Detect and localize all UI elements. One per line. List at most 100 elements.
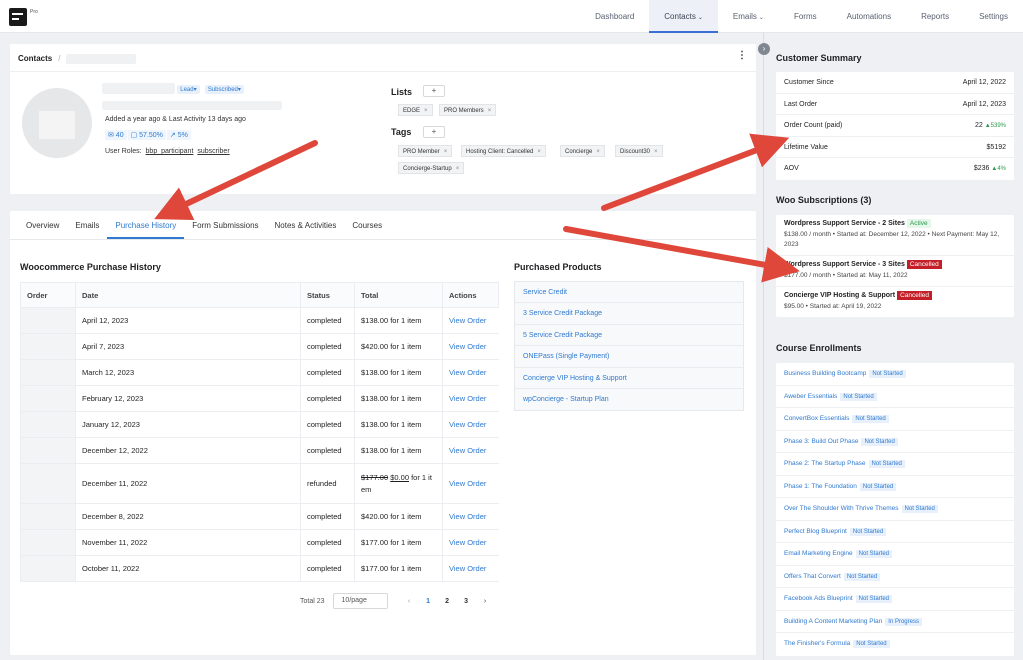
status-badge: Not Started [859, 482, 897, 491]
view-order-link[interactable]: View Order [449, 342, 486, 351]
course-item[interactable]: Business Building Bootcamp Not Started [776, 363, 1014, 386]
table-row: April 7, 2023 completed $420.00 for 1 item… [20, 333, 499, 360]
view-order-link[interactable]: View Order [449, 394, 486, 403]
tab-bar: Overview Emails Purchase History Form Su… [10, 211, 756, 240]
add-tag-button[interactable]: + [423, 126, 445, 138]
view-order-link[interactable]: View Order [449, 316, 486, 325]
activity-text: Added a year ago & Last Activity 13 days… [105, 116, 246, 123]
column-header-order: Order [20, 282, 76, 308]
nav-reports[interactable]: Reports [906, 0, 964, 33]
course-item[interactable]: Offers That Convert Not Started [776, 566, 1014, 588]
avatar [22, 88, 92, 158]
remove-icon[interactable]: × [456, 166, 460, 172]
remove-icon[interactable]: × [537, 149, 541, 155]
role-link-subscriber[interactable]: subscriber [197, 148, 229, 155]
contact-detail-tabs-card: Overview Emails Purchase History Form Su… [10, 211, 756, 655]
tag-chip: PRO Member × [398, 145, 453, 157]
nav-dashboard[interactable]: Dashboard [580, 0, 649, 33]
course-item[interactable]: Phase 3: Build Out Phase Not Started [776, 431, 1014, 453]
tab-notes-activities[interactable]: Notes & Activities [267, 211, 345, 239]
nav-settings[interactable]: Settings [964, 0, 1023, 33]
redacted-order-id [20, 503, 76, 530]
course-item[interactable]: Aweber Essentials Not Started [776, 386, 1014, 408]
tab-purchase-history[interactable]: Purchase History [107, 211, 185, 239]
chevron-left-icon[interactable]: ‹ [400, 598, 419, 605]
lead-status-dropdown[interactable]: Lead▾ [177, 84, 200, 94]
product-link[interactable]: Concierge VIP Hosting & Support [515, 368, 743, 389]
course-item[interactable]: Email Marketing Engine Not Started [776, 543, 1014, 566]
table-row: December 8, 2022 completed $420.00 for 1 i… [20, 503, 499, 530]
summary-row: Lifetime Value $5192 [776, 137, 1014, 159]
redacted-order-id [20, 411, 76, 438]
redacted-order-id [20, 529, 76, 556]
course-item[interactable]: Phase 2: The Startup Phase Not Started [776, 453, 1014, 476]
page-button-1[interactable]: 1 [419, 598, 438, 605]
status-badge: Cancelled [897, 291, 933, 300]
redacted-avatar-image [39, 111, 75, 139]
course-item[interactable]: Over The Shoulder With Thrive Themes Not … [776, 498, 1014, 521]
nav-emails[interactable]: Emails ⌄ [718, 0, 779, 33]
view-order-link[interactable]: View Order [449, 368, 486, 377]
collapse-sidebar-icon[interactable]: › [758, 43, 770, 55]
status-badge: Active [906, 219, 931, 228]
tab-courses[interactable]: Courses [344, 211, 390, 239]
course-item[interactable]: Perfect Blog Blueprint Not Started [776, 521, 1014, 543]
product-link[interactable]: 5 Service Credit Package [515, 325, 743, 347]
product-link[interactable]: wpConcierge - Startup Plan [515, 389, 743, 410]
course-item[interactable]: ConvertBox Essentials Not Started [776, 408, 1014, 431]
course-item[interactable]: Phase 1: The Foundation Not Started [776, 476, 1014, 498]
view-order-link[interactable]: View Order [449, 479, 486, 488]
view-order-link[interactable]: View Order [449, 564, 486, 573]
remove-icon[interactable]: × [488, 108, 492, 114]
table-row: December 12, 2022 completed $138.00 for 1 … [20, 437, 499, 464]
add-list-button[interactable]: + [423, 85, 445, 97]
status-badge: Cancelled [906, 260, 942, 269]
view-order-link[interactable]: View Order [449, 420, 486, 429]
course-item[interactable]: The Finisher's Formula Not Started [776, 633, 1014, 656]
remove-icon[interactable]: × [654, 149, 658, 155]
redacted-order-id [20, 463, 76, 504]
nav-forms[interactable]: Forms [779, 0, 832, 33]
column-header-total: Total [354, 282, 443, 308]
page-button-3[interactable]: 3 [457, 598, 476, 605]
page-size-select[interactable]: 10/page [332, 593, 388, 609]
chevron-right-icon[interactable]: › [476, 598, 495, 605]
remove-icon[interactable]: × [444, 149, 448, 155]
product-link[interactable]: 3 Service Credit Package [515, 303, 743, 325]
subscribed-status-dropdown[interactable]: Subscribed▾ [204, 84, 244, 94]
view-order-link[interactable]: View Order [449, 446, 486, 455]
column-header-date: Date [75, 282, 301, 308]
page-button-2[interactable]: 2 [438, 598, 457, 605]
column-header-status: Status [300, 282, 355, 308]
pagination: Total 23 10/page ‹ 1 2 3 › [300, 593, 495, 609]
trend-up-badge: ▲4% [991, 166, 1006, 173]
tab-overview[interactable]: Overview [18, 211, 67, 239]
breadcrumb-contacts[interactable]: Contacts [18, 54, 52, 63]
user-roles: User Roles: bbp_participant subscriber [105, 148, 230, 155]
remove-icon[interactable]: × [424, 108, 428, 114]
tag-chip: Concierge × [560, 145, 605, 157]
role-link-bbp-participant[interactable]: bbp_participant [146, 148, 194, 155]
view-order-link[interactable]: View Order [449, 538, 486, 547]
summary-row: Last Order April 12, 2023 [776, 94, 1014, 116]
product-link[interactable]: Service Credit [515, 282, 743, 304]
table-row: April 12, 2023 completed $138.00 for 1 ite… [20, 307, 499, 334]
tab-emails[interactable]: Emails [67, 211, 107, 239]
nav-automations[interactable]: Automations [832, 0, 906, 33]
course-item[interactable]: Facebook Ads Blueprint Not Started [776, 588, 1014, 611]
remove-icon[interactable]: × [596, 149, 600, 155]
course-item[interactable]: Building A Content Marketing Plan In Prog… [776, 611, 1014, 633]
status-badge: Not Started [855, 595, 893, 603]
table-header-row: Order Date Status Total Actions [20, 282, 499, 308]
redacted-order-id [20, 307, 76, 334]
app-logo[interactable] [9, 8, 27, 26]
purchased-products-list: Service Credit 3 Service Credit Package … [514, 281, 744, 412]
view-order-link[interactable]: View Order [449, 512, 486, 521]
product-link[interactable]: ONEPass (Single Payment) [515, 346, 743, 368]
tab-form-submissions[interactable]: Form Submissions [184, 211, 266, 239]
more-options-icon[interactable]: ⋮ [737, 50, 747, 61]
table-row: November 11, 2022 completed $177.00 for 1 … [20, 529, 499, 556]
trend-up-badge: ▲539% [984, 123, 1006, 130]
redacted-contact-name [66, 54, 137, 64]
nav-contacts[interactable]: Contacts ⌄ [649, 0, 718, 33]
